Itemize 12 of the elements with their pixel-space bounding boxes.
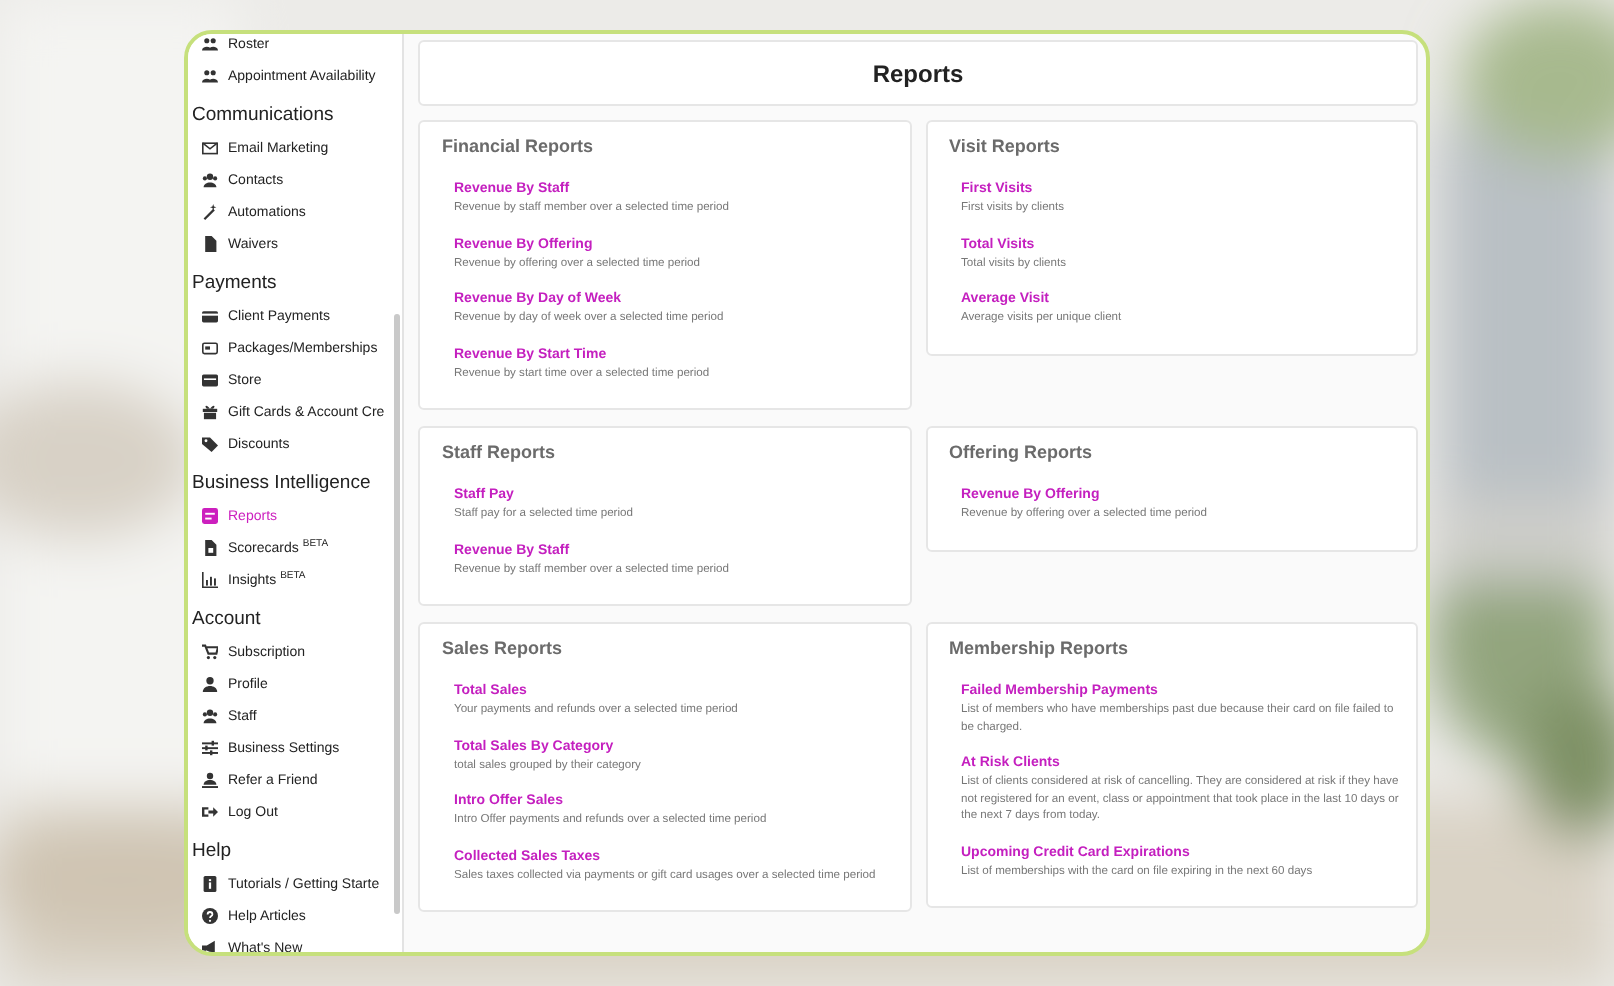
- section-heading: Business Intelligence: [192, 472, 373, 496]
- page-title: Reports: [872, 57, 964, 91]
- card-title: Membership Reports: [949, 638, 1131, 660]
- card-title: Visit Reports: [949, 136, 1062, 158]
- card-title: Sales Reports: [442, 638, 565, 660]
- section-heading: Help: [192, 840, 234, 864]
- section-heading: Account: [192, 608, 263, 632]
- card-title: Staff Reports: [442, 442, 558, 464]
- card-title: Offering Reports: [949, 442, 1095, 464]
- section-heading: Payments: [192, 272, 279, 296]
- section-heading: Communications: [192, 104, 336, 128]
- card-title: Financial Reports: [442, 136, 596, 158]
